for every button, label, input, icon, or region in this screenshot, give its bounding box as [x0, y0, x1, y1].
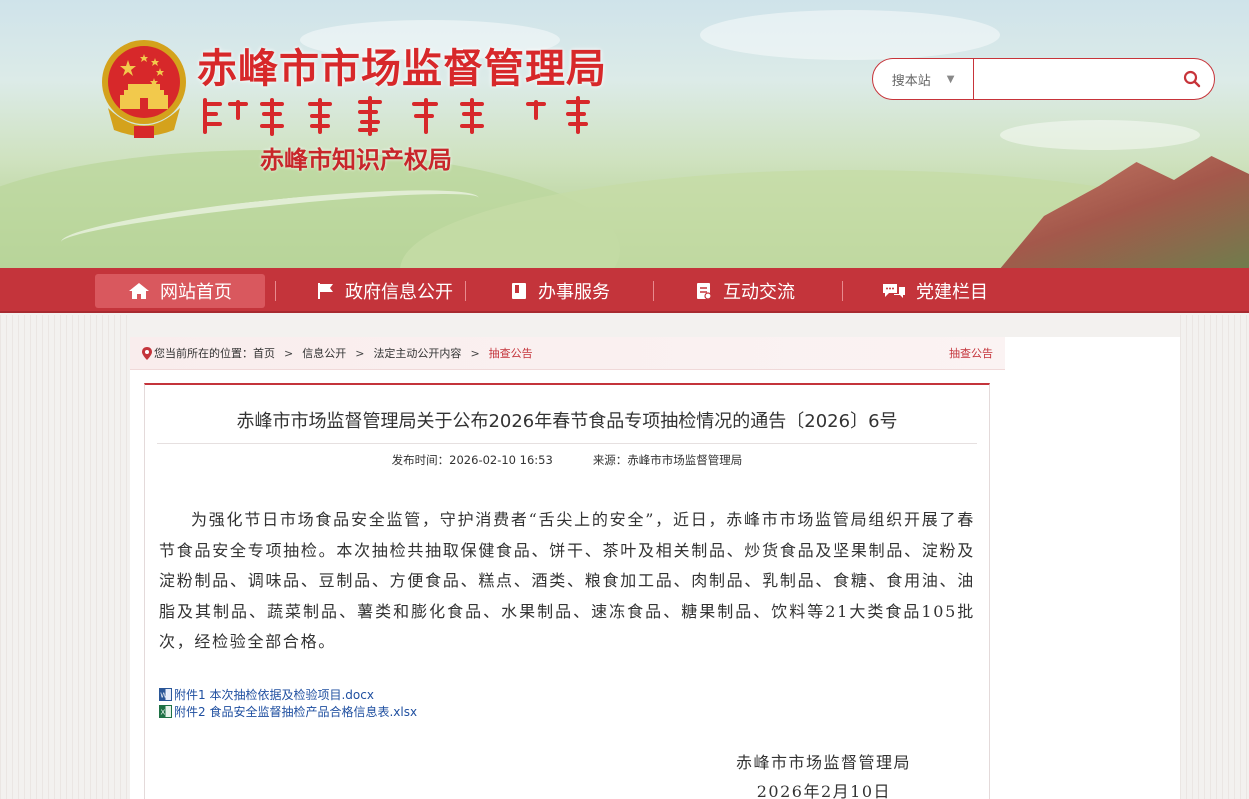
nav-item-label: 党建栏目	[916, 282, 988, 303]
section-label[interactable]: 抽查公告	[949, 345, 993, 361]
search-input[interactable]	[974, 59, 1171, 99]
article-body: 为强化节日市场食品安全监管，守护消费者“舌尖上的安全”，近日，赤峰市市场监管局组…	[159, 510, 975, 651]
nav-item-gov-info[interactable]: 政府信息公开	[300, 274, 470, 308]
site-search: 搜本站 ▼	[872, 58, 1215, 100]
search-scope-label: 搜本站	[891, 73, 931, 89]
breadcrumb-link-info[interactable]: 信息公开	[302, 345, 346, 361]
attachment-label: 附件2 食品安全监督抽检产品合格信息表.xlsx	[174, 705, 418, 719]
breadcrumb: 您当前所在的位置： 首页 > 信息公开 > 法定主动公开内容 > 抽查公告 抽查…	[130, 337, 1005, 370]
signature-date: 2026年2月10日	[756, 782, 891, 799]
article-source: 来源：赤峰市市场监督管理局	[592, 453, 743, 467]
nav-item-services[interactable]: 办事服务	[480, 274, 640, 308]
nav-item-home[interactable]: 网站首页	[95, 274, 265, 308]
word-doc-icon: W	[159, 688, 172, 701]
document-icon	[697, 283, 712, 300]
search-icon	[1184, 70, 1201, 88]
attachment-link-1[interactable]: W 附件1 本次抽检依据及检验项目.docx	[159, 686, 374, 703]
search-scope-select[interactable]: 搜本站 ▼	[873, 59, 975, 99]
svg-text:X: X	[161, 709, 166, 717]
breadcrumb-separator: >	[284, 346, 294, 360]
breadcrumb-separator: >	[470, 346, 480, 360]
nav-item-label: 政府信息公开	[345, 282, 453, 303]
breadcrumb-current[interactable]: 抽查公告	[489, 345, 533, 361]
divider	[157, 443, 977, 444]
search-button[interactable]	[1170, 59, 1214, 99]
mongolian-title-script	[203, 96, 590, 136]
location-pin-icon	[142, 346, 152, 360]
site-title: 赤峰市市场监督管理局	[197, 45, 607, 92]
breadcrumb-link-legal[interactable]: 法定主动公开内容	[373, 345, 461, 361]
chat-icon	[883, 284, 905, 298]
book-icon	[512, 283, 526, 299]
background-pattern-left	[0, 315, 130, 799]
national-emblem-logo[interactable]	[98, 38, 190, 140]
excel-doc-icon: X	[159, 705, 172, 718]
breadcrumb-separator: >	[355, 346, 365, 360]
nav-item-label: 办事服务	[538, 282, 610, 303]
svg-text:W: W	[160, 692, 167, 700]
main-content: 您当前所在的位置： 首页 > 信息公开 > 法定主动公开内容 > 抽查公告 抽查…	[130, 337, 1180, 799]
signature-organization: 赤峰市市场监督管理局	[735, 753, 911, 772]
publish-time: 发布时间：2026-02-10 16:53	[391, 453, 553, 467]
chevron-down-icon: ▼	[946, 73, 955, 85]
nav-item-label: 网站首页	[160, 282, 232, 303]
site-subtitle: 赤峰市知识产权局	[260, 145, 452, 174]
article-title: 赤峰市市场监督管理局关于公布2026年春节食品专项抽检情况的通告〔2026〕6号	[236, 411, 898, 432]
attachment-label: 附件1 本次抽检依据及检验项目.docx	[174, 688, 374, 702]
article-meta: 发布时间：2026-02-10 16:53 来源：赤峰市市场监督管理局	[145, 452, 989, 468]
nav-item-interaction[interactable]: 互动交流	[670, 274, 820, 308]
breadcrumb-prefix: 您当前所在的位置：	[154, 347, 253, 360]
breadcrumb-link-home[interactable]: 首页	[253, 345, 275, 361]
nav-item-party[interactable]: 党建栏目	[860, 274, 1010, 308]
home-icon	[129, 283, 149, 299]
background-pattern-right	[1180, 315, 1249, 799]
main-nav: 网站首页 政府信息公开 办事服务 互动交流 党建栏目	[0, 268, 1249, 313]
attachment-link-2[interactable]: X 附件2 食品安全监督抽检产品合格信息表.xlsx	[159, 703, 417, 720]
nav-item-label: 互动交流	[723, 282, 795, 303]
article: 赤峰市市场监督管理局关于公布2026年春节食品专项抽检情况的通告〔2026〕6号…	[144, 383, 990, 799]
flag-icon	[318, 283, 333, 299]
